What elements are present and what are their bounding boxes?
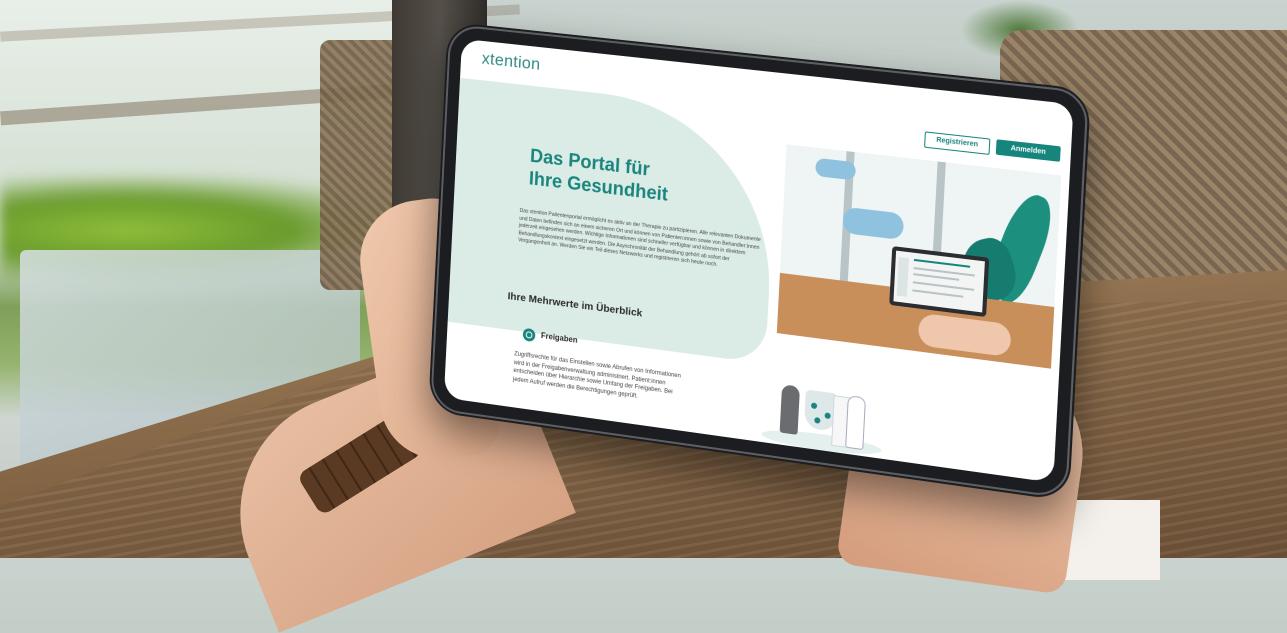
feature-illustration xyxy=(761,374,885,466)
mini-line xyxy=(913,273,960,281)
cloud-icon xyxy=(842,206,905,241)
brand-logo[interactable]: xtention xyxy=(481,49,541,75)
mini-sidebar xyxy=(896,257,909,297)
network-node-icon xyxy=(824,412,831,420)
illustration-laptop-screen xyxy=(893,250,985,313)
mini-line xyxy=(912,281,975,291)
doctor-figure xyxy=(845,395,867,451)
hero-illustration xyxy=(776,144,1072,372)
cloud-icon xyxy=(815,157,857,181)
mini-line xyxy=(913,258,971,268)
share-icon xyxy=(522,327,536,343)
tablet-screen: Das Portal für Ihre Gesundheit Das xtent… xyxy=(443,38,1074,483)
network-node-icon xyxy=(810,402,818,410)
illustration-laptop xyxy=(889,246,990,318)
feature-description: Zugriffsrechte für das Einstellen sowie … xyxy=(512,351,681,400)
person-figure xyxy=(779,384,801,435)
mini-line xyxy=(912,289,964,298)
